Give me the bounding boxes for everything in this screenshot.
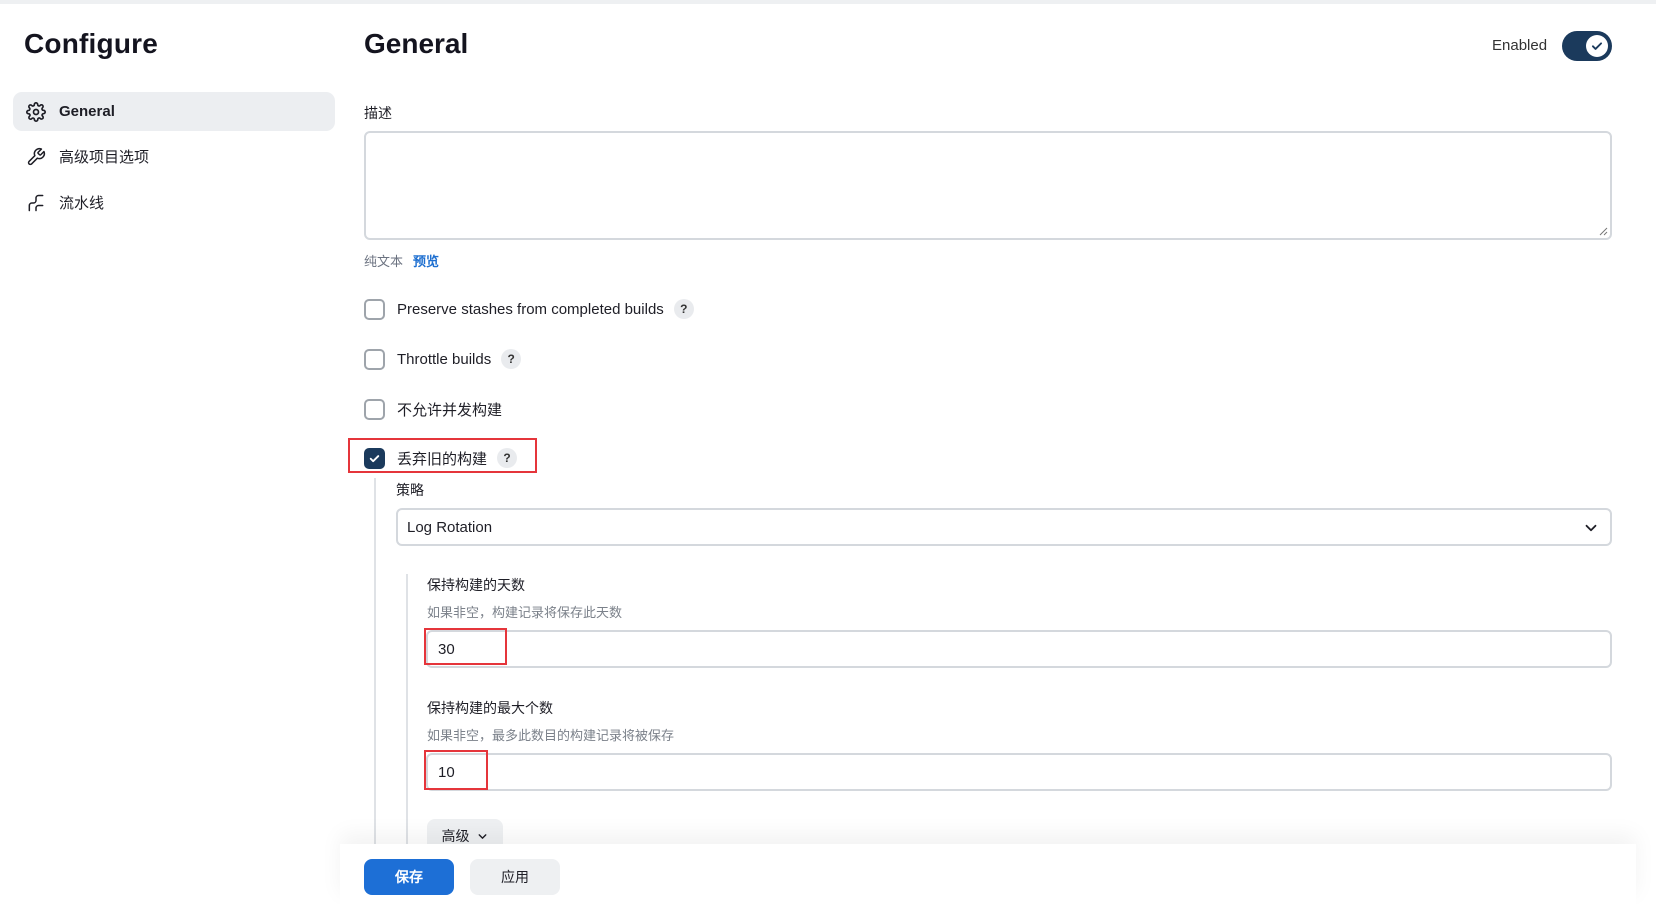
- top-border: [0, 0, 1656, 4]
- option-label: Preserve stashes from completed builds: [397, 300, 664, 318]
- strategy-label: 策略: [396, 482, 424, 498]
- sidebar-title: Configure: [24, 28, 159, 59]
- option-throttle-builds[interactable]: Throttle builds ?: [364, 347, 522, 371]
- gear-icon: [25, 101, 47, 123]
- sidebar-item-pipeline[interactable]: 流水线: [13, 183, 335, 222]
- format-label: 纯文本: [364, 254, 404, 269]
- sidebar-item-label: 高级项目选项: [59, 149, 150, 166]
- enabled-toggle[interactable]: [1562, 31, 1612, 61]
- option-label: Throttle builds: [397, 350, 492, 368]
- option-preserve-stashes[interactable]: Preserve stashes from completed builds ?: [364, 297, 694, 321]
- page-title: General: [364, 28, 469, 59]
- highlight-box-days: [424, 628, 507, 665]
- nest-divider-inner: [406, 574, 408, 844]
- chevron-down-icon: [478, 833, 486, 839]
- days-to-keep-input[interactable]: 30: [426, 630, 1612, 668]
- sidebar-item-advanced-options[interactable]: 高级项目选项: [13, 137, 335, 176]
- max-builds-hint: 如果非空，最多此数目的构建记录将被保存: [427, 728, 675, 743]
- preserve-stashes-checkbox[interactable]: [364, 298, 385, 320]
- highlight-box-max: [424, 750, 488, 790]
- days-to-keep-hint: 如果非空，构建记录将保存此天数: [427, 605, 623, 620]
- highlight-box-discard: [348, 438, 537, 473]
- nest-divider: [374, 478, 376, 844]
- option-no-concurrent[interactable]: 不允许并发构建: [364, 397, 502, 421]
- advanced-label: 高级: [441, 828, 470, 844]
- apply-button[interactable]: 应用: [470, 859, 560, 895]
- strategy-selected: Log Rotation: [407, 518, 493, 536]
- resize-handle-icon[interactable]: [1598, 226, 1608, 236]
- description-textarea[interactable]: [364, 131, 1612, 240]
- sidebar-item-label: 流水线: [59, 195, 105, 212]
- strategy-select[interactable]: Log Rotation: [396, 508, 1612, 546]
- help-icon[interactable]: ?: [673, 299, 694, 319]
- throttle-builds-checkbox[interactable]: [364, 348, 385, 370]
- option-label: 不允许并发构建: [397, 401, 503, 419]
- check-icon: [1586, 35, 1608, 57]
- days-to-keep-label: 保持构建的天数: [427, 577, 525, 593]
- max-builds-label: 保持构建的最大个数: [427, 700, 553, 716]
- no-concurrent-checkbox[interactable]: [364, 398, 385, 420]
- pipeline-icon: [25, 192, 47, 214]
- sidebar-item-general[interactable]: General: [13, 92, 335, 131]
- max-builds-input[interactable]: 10: [426, 753, 1612, 791]
- help-icon[interactable]: ?: [501, 349, 522, 369]
- enabled-label: Enabled: [1492, 37, 1548, 54]
- save-button[interactable]: 保存: [364, 859, 454, 895]
- sidebar-item-label: General: [59, 103, 115, 120]
- description-label: 描述: [364, 105, 392, 121]
- wrench-icon: [25, 146, 47, 168]
- chevron-down-icon: [1585, 524, 1597, 532]
- preview-link[interactable]: 预览: [413, 251, 439, 270]
